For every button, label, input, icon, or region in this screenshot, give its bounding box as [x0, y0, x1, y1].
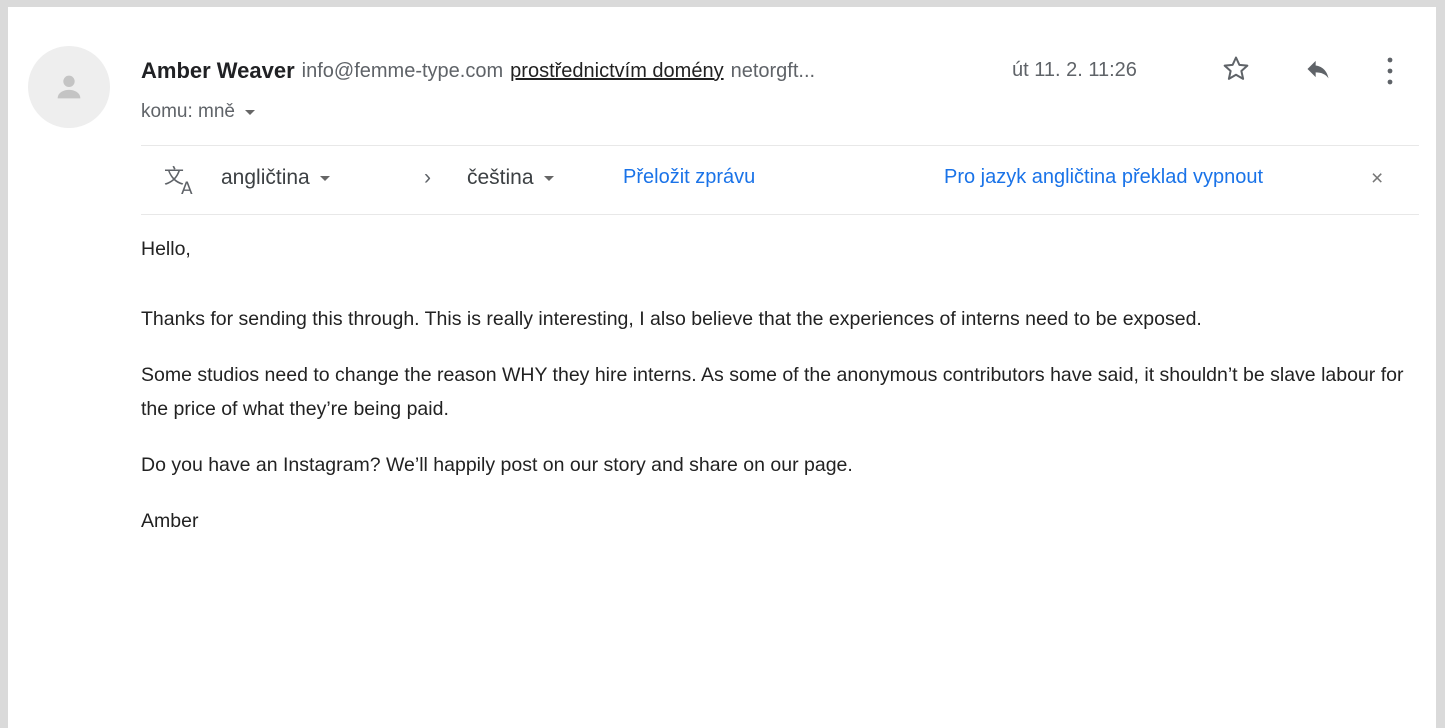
translate-icon: 文 A	[163, 164, 201, 196]
reply-button[interactable]	[1298, 51, 1338, 87]
person-icon	[57, 75, 81, 99]
star-outline-icon	[1223, 56, 1249, 80]
close-icon[interactable]: ×	[1371, 167, 1383, 191]
recipient-label: komu: mně	[141, 101, 235, 122]
star-button[interactable]	[1218, 51, 1254, 87]
translate-message-link[interactable]: Přeložit zprávu	[623, 166, 755, 189]
recipient-details[interactable]: komu: mně	[141, 101, 255, 123]
caret-down-icon	[543, 175, 554, 181]
via-domain-link[interactable]: prostřednictvím domény	[510, 60, 723, 83]
via-domain: netorgft...	[730, 59, 816, 82]
sender-email: info@femme-type.com	[301, 59, 504, 82]
chevron-right-icon: ›	[424, 166, 431, 189]
more-options-button[interactable]	[1378, 51, 1402, 91]
message-paragraph: Some studios need to change the reason W…	[141, 364, 1404, 420]
message-greeting: Hello,	[141, 238, 191, 260]
turn-off-translation-link[interactable]: Pro jazyk angličtina překlad vypnout	[944, 166, 1263, 189]
message-paragraph: Thanks for sending this through. This is…	[141, 308, 1202, 330]
message-body: Hello, Thanks for sending this through. …	[141, 232, 1411, 560]
reply-icon	[1307, 60, 1329, 79]
target-language-label: čeština	[467, 166, 534, 189]
translate-bar: 文 A angličtina › čeština Přeložit zprávu…	[141, 145, 1419, 215]
more-vert-icon	[1387, 57, 1393, 85]
sender-avatar[interactable]	[28, 46, 110, 128]
caret-down-icon	[244, 109, 255, 115]
caret-down-icon	[319, 175, 330, 181]
source-language-label: angličtina	[221, 166, 310, 189]
message-date: út 11. 2. 11:26	[1012, 59, 1137, 81]
email-view: Amber Weaver info@femme-type.com prostře…	[8, 7, 1436, 728]
source-language-dropdown[interactable]: angličtina	[221, 166, 330, 190]
sender-name[interactable]: Amber Weaver	[141, 58, 295, 84]
message-signature: Amber	[141, 510, 199, 532]
svg-text:A: A	[181, 179, 193, 196]
target-language-dropdown[interactable]: čeština	[467, 166, 554, 190]
sender-line: Amber Weaver info@femme-type.com prostře…	[141, 57, 815, 85]
message-paragraph: Do you have an Instagram? We’ll happily …	[141, 454, 853, 476]
